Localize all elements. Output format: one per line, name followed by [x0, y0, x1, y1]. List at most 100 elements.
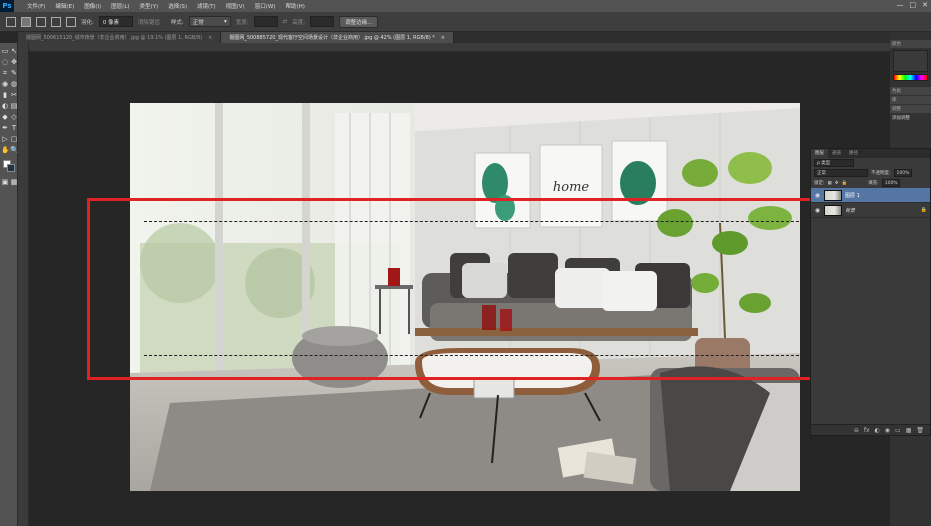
menu-file[interactable]: 文件(F)	[22, 2, 50, 10]
menu-select[interactable]: 选择(S)	[163, 2, 192, 10]
blend-mode-select[interactable]: 正常	[814, 169, 868, 177]
blur-tool-icon[interactable]: ◆	[1, 113, 9, 121]
path-select-tool-icon[interactable]: ▷	[1, 135, 9, 143]
maximize-button[interactable]: □	[910, 1, 917, 9]
lock-all-icon[interactable]: 🔒	[842, 181, 848, 186]
poster-text: home	[553, 180, 590, 195]
tab-paths[interactable]: 路径	[845, 149, 862, 158]
adjustment-layer-icon[interactable]: ◉	[885, 427, 890, 434]
lock-row: 锁定: ▦ ✥ 🔒 填充: 100%	[811, 178, 930, 188]
menu-layer[interactable]: 图层(L)	[106, 2, 134, 10]
tab-library[interactable]: 库	[890, 96, 931, 104]
quick-select-tool-icon[interactable]: ✥	[10, 58, 18, 66]
width-input[interactable]	[253, 16, 278, 27]
menu-filter[interactable]: 滤镜(T)	[192, 2, 221, 10]
document-canvas[interactable]: home	[130, 103, 800, 491]
vertical-ruler[interactable]	[18, 43, 29, 526]
visibility-eye-icon[interactable]: ◉	[814, 192, 821, 199]
group-icon[interactable]: ▭	[895, 427, 901, 434]
menu-view[interactable]: 视图(V)	[221, 2, 250, 10]
color-spectrum[interactable]	[893, 74, 928, 81]
quick-mask-icon[interactable]: ▣	[1, 178, 9, 186]
eyedropper-tool-icon[interactable]: ✎	[10, 69, 18, 77]
height-input[interactable]	[310, 16, 335, 27]
tab-city-night[interactable]: 摄图网_500615120_城市夜景（非企业商用）.jpg @ 19.1% (图…	[18, 32, 222, 43]
layer-filter-select[interactable]: ρ 类型	[814, 159, 854, 167]
history-brush-tool-icon[interactable]: ✂	[10, 91, 18, 99]
style-select[interactable]: 正常 ▾	[188, 16, 231, 27]
lock-position-icon[interactable]: ✥	[835, 181, 839, 186]
photoshop-logo: Ps	[0, 0, 14, 12]
horizontal-ruler[interactable]	[18, 43, 890, 52]
visibility-eye-icon[interactable]: ◉	[814, 207, 821, 214]
layers-panel-tabs: 图层 通道 路径	[811, 149, 930, 158]
tab-layers[interactable]: 图层	[811, 149, 828, 158]
mask-icon[interactable]: ◐	[875, 427, 880, 434]
opacity-label: 不透明度:	[871, 171, 891, 176]
add-selection-icon[interactable]	[36, 16, 46, 27]
menu-edit[interactable]: 编辑(E)	[50, 2, 79, 10]
tab-label: 摄图网_500615120_城市夜景（非企业商用）.jpg @ 19.1% (图…	[26, 35, 203, 41]
new-layer-icon[interactable]: ▦	[906, 427, 912, 434]
subtract-selection-icon[interactable]	[51, 16, 61, 27]
marquee-top-edge	[144, 221, 799, 222]
pen-tool-icon[interactable]: ✒	[1, 124, 9, 132]
feather-input[interactable]: 0 像素	[98, 16, 133, 27]
antialias-checkbox[interactable]: 消除锯齿	[138, 18, 160, 26]
zoom-tool-icon[interactable]: 🔍	[10, 146, 19, 154]
minimize-button[interactable]: —	[897, 1, 904, 9]
gradient-tool-icon[interactable]: ▤	[10, 102, 18, 110]
fx-icon[interactable]: fx	[864, 427, 870, 434]
background-color[interactable]	[7, 164, 15, 172]
living-room-image: home	[130, 103, 800, 491]
trash-icon[interactable]: 🗑	[916, 427, 924, 434]
new-selection-icon[interactable]	[21, 16, 31, 27]
layer-name: 背景	[845, 207, 856, 214]
close-window-button[interactable]: ✕	[922, 1, 928, 9]
hand-tool-icon[interactable]: ✋	[1, 146, 10, 154]
dodge-tool-icon[interactable]: ◇	[10, 113, 18, 121]
layer-thumbnail	[824, 204, 842, 216]
lasso-tool-icon[interactable]: ◌	[1, 58, 9, 66]
menu-image[interactable]: 图像(I)	[79, 2, 106, 10]
intersect-selection-icon[interactable]	[66, 16, 76, 27]
rect-marquee-icon[interactable]	[6, 16, 16, 27]
spot-heal-tool-icon[interactable]: ◉	[1, 80, 9, 88]
feather-label: 羽化:	[81, 19, 94, 26]
document-tab-bar: 摄图网_500615120_城市夜景（非企业商用）.jpg @ 19.1% (图…	[18, 32, 890, 43]
eraser-tool-icon[interactable]: ◐	[1, 102, 9, 110]
marquee-bottom-edge	[144, 355, 799, 356]
brush-tool-icon[interactable]: ◍	[10, 80, 18, 88]
close-icon[interactable]: ×	[441, 35, 445, 41]
stamp-tool-icon[interactable]: ▮	[1, 91, 9, 99]
tab-adjustments[interactable]: 调整	[890, 105, 931, 113]
tab-living-room[interactable]: 摄图网_500885720_现代客厅空间场景设计（非企业商用）.jpg @ 42…	[221, 32, 454, 43]
layer-row-layer1[interactable]: ◉ 图层 1	[811, 188, 930, 203]
link-layers-icon[interactable]: ⊖	[854, 427, 859, 434]
color-swatches[interactable]	[0, 158, 17, 174]
blend-row: 正常 不透明度: 100%	[811, 168, 930, 178]
width-label: 宽度:	[235, 19, 249, 26]
tab-color[interactable]: 颜色	[890, 40, 931, 48]
type-tool-icon[interactable]: T	[10, 124, 18, 132]
tab-swatches[interactable]: 色板	[890, 87, 931, 95]
lock-pixels-icon[interactable]: ▦	[828, 181, 832, 186]
marquee-tool-icon[interactable]: ▭	[1, 47, 9, 55]
color-picker-box[interactable]	[893, 50, 928, 72]
add-adjustment-label: 添加调整	[892, 116, 910, 121]
menu-window[interactable]: 窗口(W)	[250, 2, 281, 10]
menu-bar: Ps 文件(F) 编辑(E) 图像(I) 图层(L) 类型(Y) 选择(S) 滤…	[0, 0, 931, 12]
screen-mode-icon[interactable]: ▦	[10, 178, 18, 186]
close-icon[interactable]: ×	[208, 35, 212, 41]
menu-type[interactable]: 类型(Y)	[135, 2, 164, 10]
tab-channels[interactable]: 通道	[828, 149, 845, 158]
swap-icon[interactable]: ⇄	[283, 19, 288, 25]
layer-row-background[interactable]: ◉ 背景 🔒	[811, 203, 930, 218]
opacity-input[interactable]: 100%	[893, 169, 912, 177]
refine-edge-button[interactable]: 调整边缘...	[339, 15, 379, 28]
move-tool-icon[interactable]: ↖	[10, 47, 18, 55]
crop-tool-icon[interactable]: ⌗	[1, 69, 9, 77]
menu-help[interactable]: 帮助(H)	[280, 2, 309, 10]
shape-tool-icon[interactable]: ▢	[10, 135, 18, 143]
fill-input[interactable]: 100%	[881, 179, 900, 187]
